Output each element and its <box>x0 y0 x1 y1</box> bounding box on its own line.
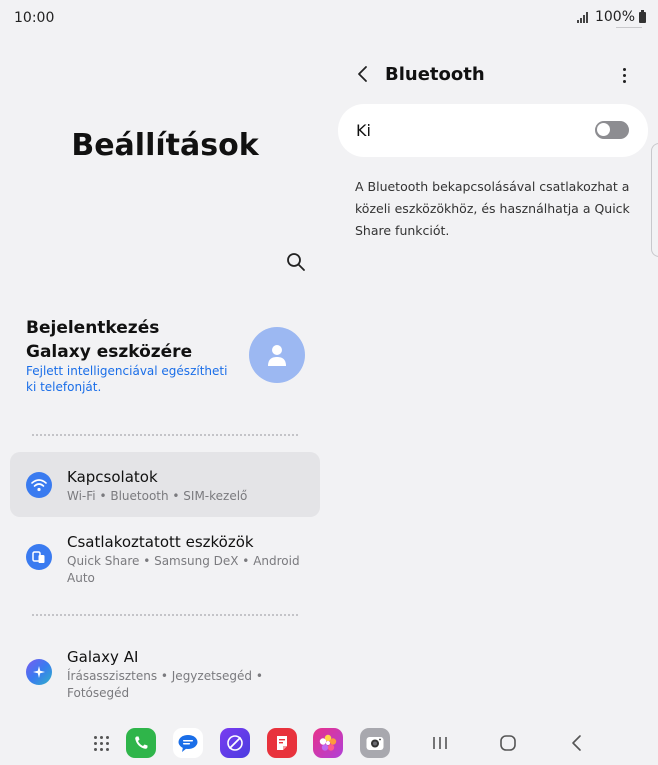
camera-app[interactable] <box>360 728 390 758</box>
recents-icon <box>433 737 447 749</box>
connected-devices-icon <box>26 544 52 570</box>
status-bar: 10:00 100% <box>0 0 658 36</box>
camera-icon <box>366 737 384 750</box>
search-icon <box>287 253 305 271</box>
divider <box>32 614 298 616</box>
account-subtitle: Fejlett intelligenciával egészítheti ki … <box>26 364 228 394</box>
more-dot <box>622 73 626 77</box>
menu-item-title: Galaxy AI <box>67 648 139 666</box>
bluetooth-toggle-label: Ki <box>356 121 371 140</box>
account-title: Bejelentkezés Galaxy eszközére <box>26 318 193 362</box>
chevron-left-icon <box>358 66 367 82</box>
more-options-button[interactable] <box>614 63 634 87</box>
phone-app[interactable] <box>126 728 156 758</box>
notes-app[interactable] <box>267 728 297 758</box>
battery-icon <box>639 9 646 23</box>
divider <box>32 434 298 436</box>
galaxy-ai-icon <box>26 659 52 685</box>
bluetooth-toggle[interactable] <box>595 121 629 139</box>
phone-icon <box>135 736 148 749</box>
side-panel-handle[interactable] <box>651 143 658 257</box>
apps-button[interactable] <box>86 728 116 758</box>
status-indicators: 100% <box>576 9 646 25</box>
more-dot <box>622 79 626 83</box>
gallery-app[interactable] <box>313 728 343 758</box>
apps-grid-icon <box>93 735 109 751</box>
back-icon <box>572 735 581 751</box>
status-underline <box>616 27 642 28</box>
gallery-icon <box>319 734 337 751</box>
status-time: 10:00 <box>14 10 55 26</box>
more-dot <box>622 67 626 71</box>
page-title: Beállítások <box>71 128 259 163</box>
person-icon <box>268 345 286 366</box>
menu-item-subtitle: Wi-Fi • Bluetooth • SIM-kezelő <box>67 489 248 503</box>
messages-icon <box>178 735 198 752</box>
bluetooth-panel: Bluetooth Ki A Bluetooth bekapcsolásával… <box>338 36 648 716</box>
menu-item-connected-devices[interactable]: Csatlakoztatott eszközök Quick Share • S… <box>10 520 320 588</box>
taskbar <box>0 716 658 765</box>
recents-button[interactable] <box>426 730 454 756</box>
home-icon <box>500 735 516 751</box>
menu-item-subtitle: Quick Share • Samsung DeX • Android Auto <box>67 554 300 585</box>
back-button[interactable] <box>352 62 372 86</box>
wifi-icon <box>26 472 52 498</box>
menu-item-subtitle: Írásasszisztens • Jegyzetsegéd • Fotóseg… <box>67 669 263 700</box>
bluetooth-description: A Bluetooth bekapcsolásával csatlakozhat… <box>355 179 630 238</box>
internet-icon <box>227 735 243 751</box>
notes-icon <box>277 736 287 750</box>
toggle-knob <box>597 123 610 136</box>
home-button[interactable] <box>494 730 522 756</box>
menu-item-title: Kapcsolatok <box>67 468 158 486</box>
battery-level: 100% <box>594 9 635 25</box>
menu-item-connections[interactable]: Kapcsolatok Wi-Fi • Bluetooth • SIM-keze… <box>10 452 320 517</box>
settings-panel: Beállítások Bejelentkezés Galaxy eszközé… <box>0 36 330 716</box>
account-signin[interactable]: Bejelentkezés Galaxy eszközére Fejlett i… <box>26 316 316 406</box>
menu-item-galaxy-ai[interactable]: Galaxy AI Írásasszisztens • Jegyzetsegéd… <box>10 634 320 704</box>
search-button[interactable] <box>282 248 310 276</box>
messages-app[interactable] <box>173 728 203 758</box>
nav-back-button[interactable] <box>562 730 590 756</box>
avatar[interactable] <box>249 327 305 383</box>
signal-icon <box>576 11 588 23</box>
bluetooth-toggle-card[interactable]: Ki <box>338 104 648 157</box>
menu-item-title: Csatlakoztatott eszközök <box>67 533 254 551</box>
bluetooth-title: Bluetooth <box>385 64 485 85</box>
internet-app[interactable] <box>220 728 250 758</box>
